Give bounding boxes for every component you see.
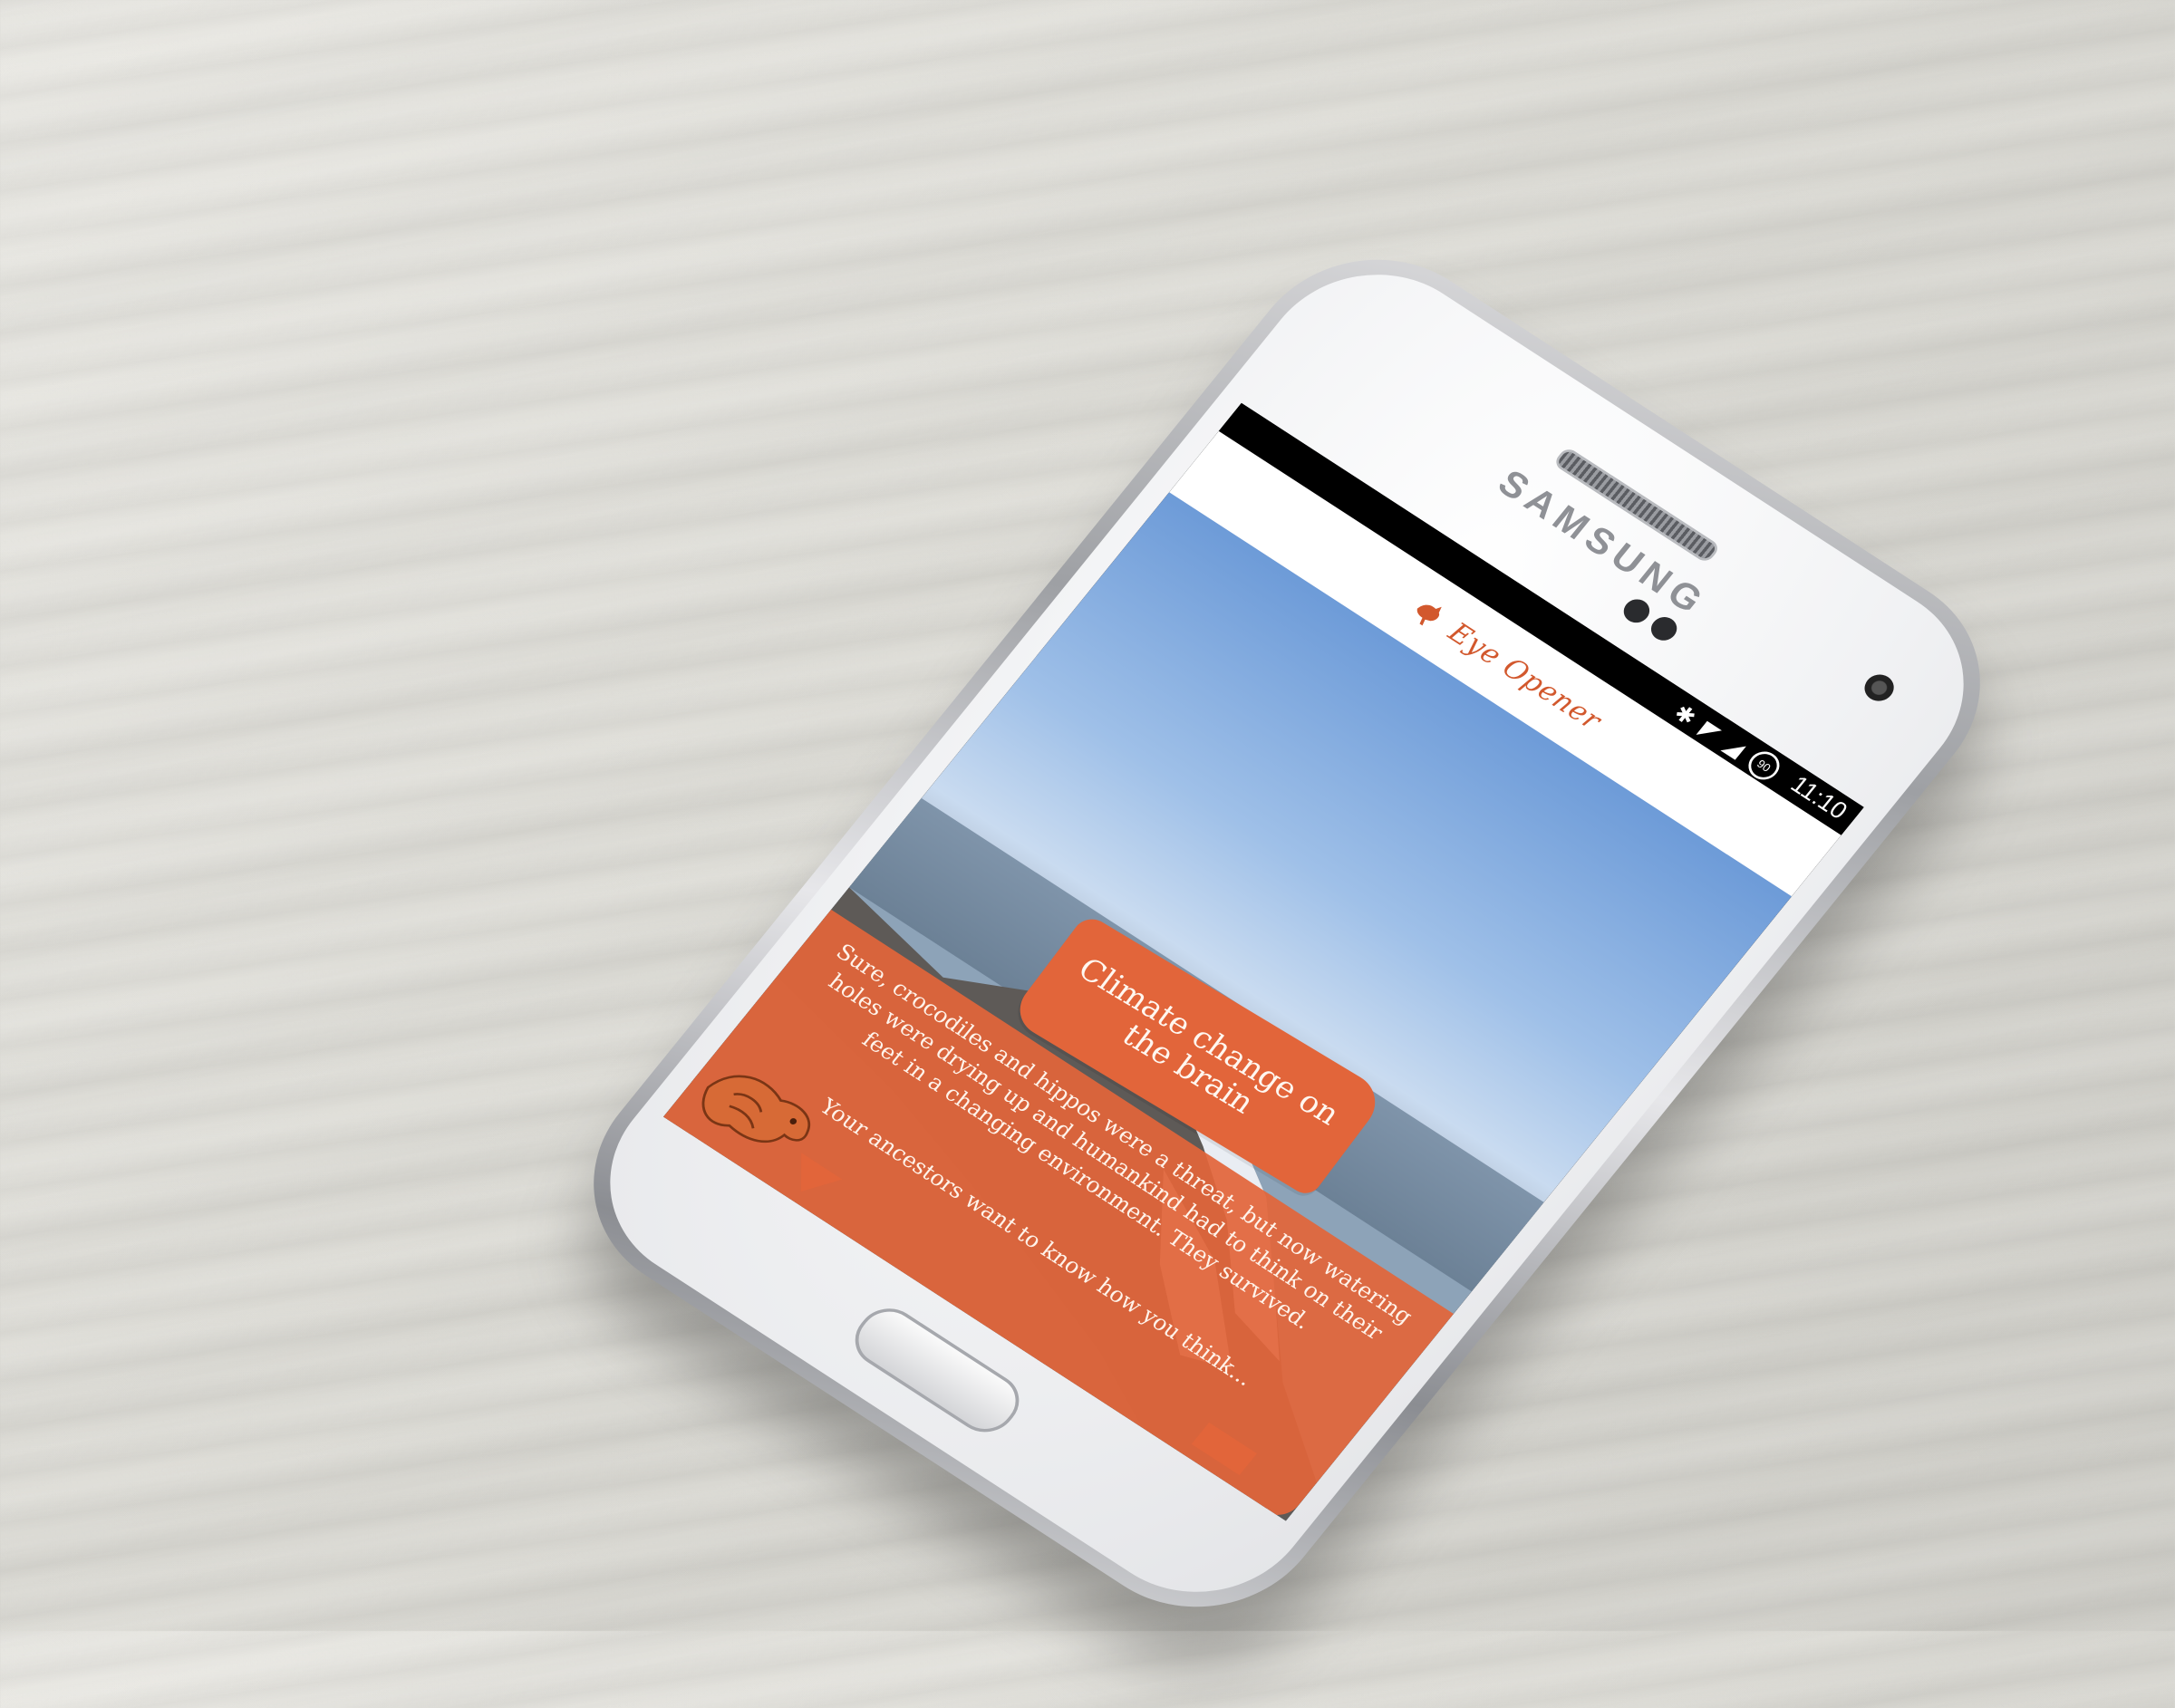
scene: SAMSUNG ✱ ◤ ◢ 90 11:10 Eye Opener Climat…	[0, 0, 2175, 1708]
bluetooth-icon: ✱	[1669, 700, 1702, 730]
signal-icon: ◢	[1719, 731, 1751, 762]
rooster-icon	[1416, 604, 1442, 626]
wifi-icon: ◤	[1695, 716, 1726, 746]
phone: SAMSUNG ✱ ◤ ◢ 90 11:10 Eye Opener Climat…	[538, 214, 2032, 1708]
